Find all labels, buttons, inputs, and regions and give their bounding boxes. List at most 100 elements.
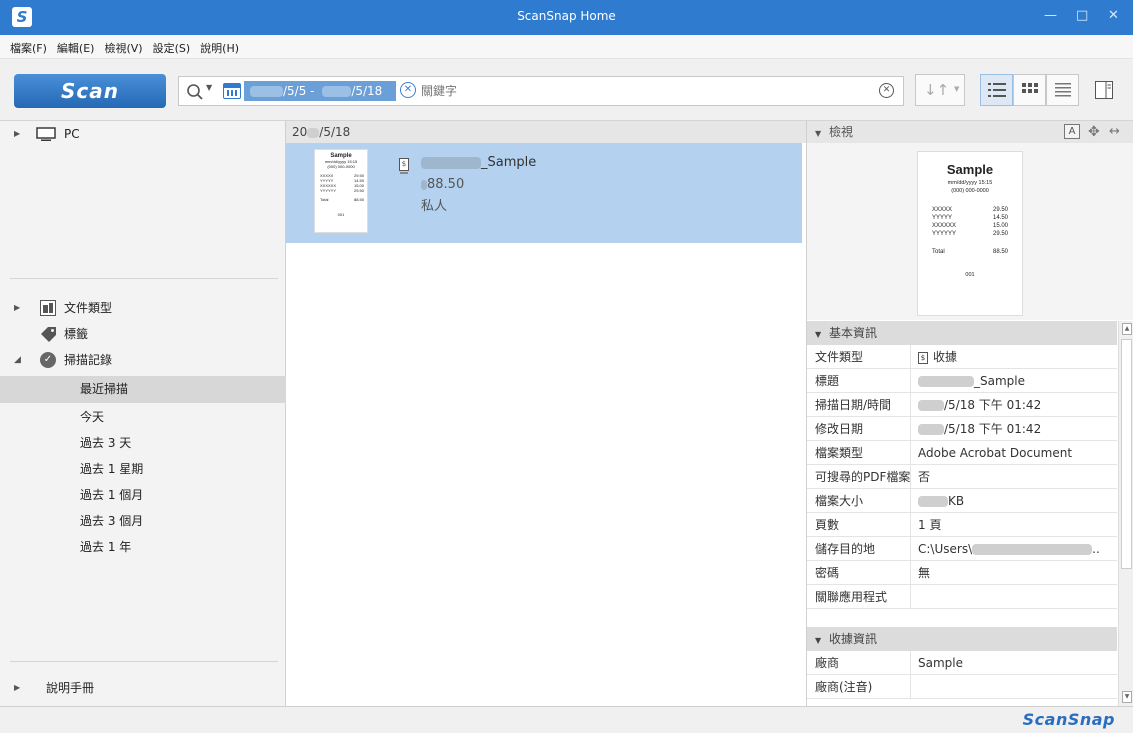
menu-file[interactable]: 檔案(F) [0, 35, 51, 56]
info-row-save-location: 儲存目的地 C:\Users\.. [807, 537, 1117, 561]
info-row-vendor[interactable]: 廠商 Sample [807, 651, 1117, 675]
info-row-title[interactable]: 標題 _Sample [807, 369, 1117, 393]
minimize-button[interactable]: — [1044, 8, 1057, 23]
scroll-down-arrow-icon[interactable]: ▼ [1122, 691, 1132, 703]
history-item-today[interactable]: 今天 [0, 404, 286, 430]
clear-date-icon[interactable]: ✕ [400, 82, 416, 98]
receipt-phone: (000) 000-0000 [951, 188, 989, 194]
scroll-up-arrow-icon[interactable]: ▲ [1122, 323, 1132, 335]
zoom-fit-icon[interactable]: A [1064, 124, 1080, 139]
history-item-label: 過去 3 個月 [80, 514, 144, 528]
grid-view-icon [1022, 83, 1038, 93]
history-item-recent[interactable]: 最近掃描 [0, 376, 286, 403]
collapse-triangle-icon[interactable]: ▼ [815, 129, 821, 138]
search-icon[interactable] [186, 83, 204, 101]
document-type-icon [40, 300, 56, 316]
sort-button[interactable]: ↓↑ ▼ [915, 74, 965, 106]
receipt-type-icon: $ [399, 158, 409, 171]
tree-node-tags[interactable]: 標籤 [0, 321, 286, 347]
pc-label: PC [64, 127, 80, 141]
list-view-button[interactable] [980, 74, 1013, 106]
preview-receipt[interactable]: Sample mm/dd/yyyy 15:15 (000) 000-0000 X… [917, 151, 1023, 316]
info-row-file-size: 檔案大小 KB [807, 489, 1117, 513]
document-type-label: 文件類型 [64, 301, 113, 315]
search-box: ▼ /5/5 - /5/18 ✕ ✕ [178, 76, 904, 106]
collapse-triangle-icon: ▼ [815, 330, 822, 339]
preview-area: Sample mm/dd/yyyy 15:15 (000) 000-0000 X… [807, 143, 1133, 320]
preview-pane-icon [1095, 81, 1113, 99]
scan-history-label: 掃描記錄 [64, 353, 113, 367]
panel-divider [10, 278, 278, 279]
history-item-1-month[interactable]: 過去 1 個月 [0, 482, 286, 508]
info-row-linked-app[interactable]: 關聯應用程式 [807, 585, 1117, 609]
receipt-title: Sample [946, 162, 994, 177]
menu-help[interactable]: 說明(H) [194, 35, 243, 56]
detail-list-icon [1055, 83, 1071, 97]
history-item-3-months[interactable]: 過去 3 個月 [0, 508, 286, 534]
tag-icon [41, 327, 56, 342]
scrollbar-thumb[interactable] [1121, 339, 1132, 569]
history-item-3-days[interactable]: 過去 3 天 [0, 430, 286, 456]
tree-node-pc[interactable]: ▶ PC [0, 121, 286, 147]
menu-settings[interactable]: 設定(S) [147, 35, 195, 56]
menu-view[interactable]: 檢視(V) [98, 35, 146, 56]
history-item-label: 今天 [80, 410, 105, 424]
clear-search-icon[interactable]: ✕ [879, 83, 894, 98]
history-item-1-week[interactable]: 過去 1 星期 [0, 456, 286, 482]
expand-arrow-icon[interactable]: ▶ [14, 121, 20, 147]
scrollbar[interactable]: ▲ ▼ [1118, 321, 1133, 706]
tree-node-scan-history[interactable]: ◢ ✓ 掃描記錄 [0, 347, 286, 373]
info-row-modified-date: 修改日期/5/18 下午 01:42 [807, 417, 1117, 441]
help-manual-link[interactable]: ▶ 說明手冊 [0, 675, 286, 701]
expand-arrow-icon[interactable]: ▶ [14, 675, 20, 701]
thumb-footer: 001 [337, 212, 345, 217]
date-header-date: /5/18 [319, 125, 351, 139]
receipt-info-header[interactable]: ▼ 收據資訊 [807, 627, 1117, 651]
close-button[interactable]: ✕ [1108, 8, 1119, 23]
history-item-1-year[interactable]: 過去 1 年 [0, 534, 286, 560]
toggle-preview-pane-button[interactable] [1090, 74, 1120, 106]
fit-width-icon[interactable]: ↔ [1109, 121, 1120, 143]
receipt-line: YYYYYY 29.50 [932, 231, 1008, 237]
info-row-document-type: 文件類型 $ 收據 [807, 345, 1117, 369]
menu-edit[interactable]: 編輯(E) [51, 35, 99, 56]
sort-arrows-icon: ↓↑ [924, 81, 950, 99]
collapse-arrow-icon[interactable]: ◢ [14, 347, 21, 373]
toolbar: Scan ▼ /5/5 - /5/18 ✕ ✕ ↓↑ ▼ [0, 59, 1133, 121]
receipt-date: mm/dd/yyyy 15:15 [947, 180, 993, 186]
tags-label: 標籤 [64, 327, 89, 341]
history-item-label: 過去 1 年 [80, 540, 132, 554]
info-row-page-count: 頁數 1 頁 [807, 513, 1117, 537]
detail-view-button[interactable] [1046, 74, 1079, 106]
tree-node-document-type[interactable]: ▶ 文件類型 [0, 295, 286, 321]
info-row-vendor-phonetic[interactable]: 廠商(注音) [807, 675, 1117, 699]
item-thumbnail[interactable]: Sample mm/dd/yyyy 15:15 (000) 000-0000 X… [314, 149, 368, 233]
item-title: _Sample [421, 155, 536, 170]
pan-move-icon[interactable]: ✥ [1088, 121, 1100, 143]
date-from: /5/5 - [283, 84, 315, 98]
thumb-phone: (000) 000-0000 [327, 164, 355, 169]
date-range-chip[interactable]: /5/5 - /5/18 [244, 81, 396, 101]
info-row-scan-datetime: 掃描日期/時間/5/18 下午 01:42 [807, 393, 1117, 417]
search-dropdown-chevron-icon[interactable]: ▼ [206, 83, 212, 92]
receipt-small-icon: $ [918, 351, 928, 364]
history-item-label: 過去 1 個月 [80, 488, 144, 502]
maximize-button[interactable]: □ [1076, 8, 1088, 23]
thumbnail-view-button[interactable] [1013, 74, 1046, 106]
receipt-total: Total 88.50 [932, 249, 1008, 255]
content-item-selected[interactable]: Sample mm/dd/yyyy 15:15 (000) 000-0000 X… [286, 143, 802, 243]
list-view-icon [988, 83, 1006, 97]
keyword-input[interactable] [421, 81, 841, 101]
history-item-label: 最近掃描 [80, 382, 129, 396]
date-to: /5/18 [351, 84, 383, 98]
receipt-footer: 001 [965, 272, 975, 278]
expand-arrow-icon[interactable]: ▶ [14, 295, 20, 321]
thumb-line: YYYYYY 29.50 [320, 188, 364, 193]
basic-info-header[interactable]: ▼ 基本資訊 [807, 321, 1117, 345]
receipt-line: XXXXX 29.50 [932, 207, 1008, 213]
preview-header-label: 檢視 [828, 125, 853, 139]
calendar-icon[interactable] [223, 83, 241, 99]
receipt-line: XXXXXX 15.00 [932, 223, 1008, 229]
date-header-year: 20 [292, 125, 308, 139]
scan-button[interactable]: Scan [14, 74, 166, 108]
